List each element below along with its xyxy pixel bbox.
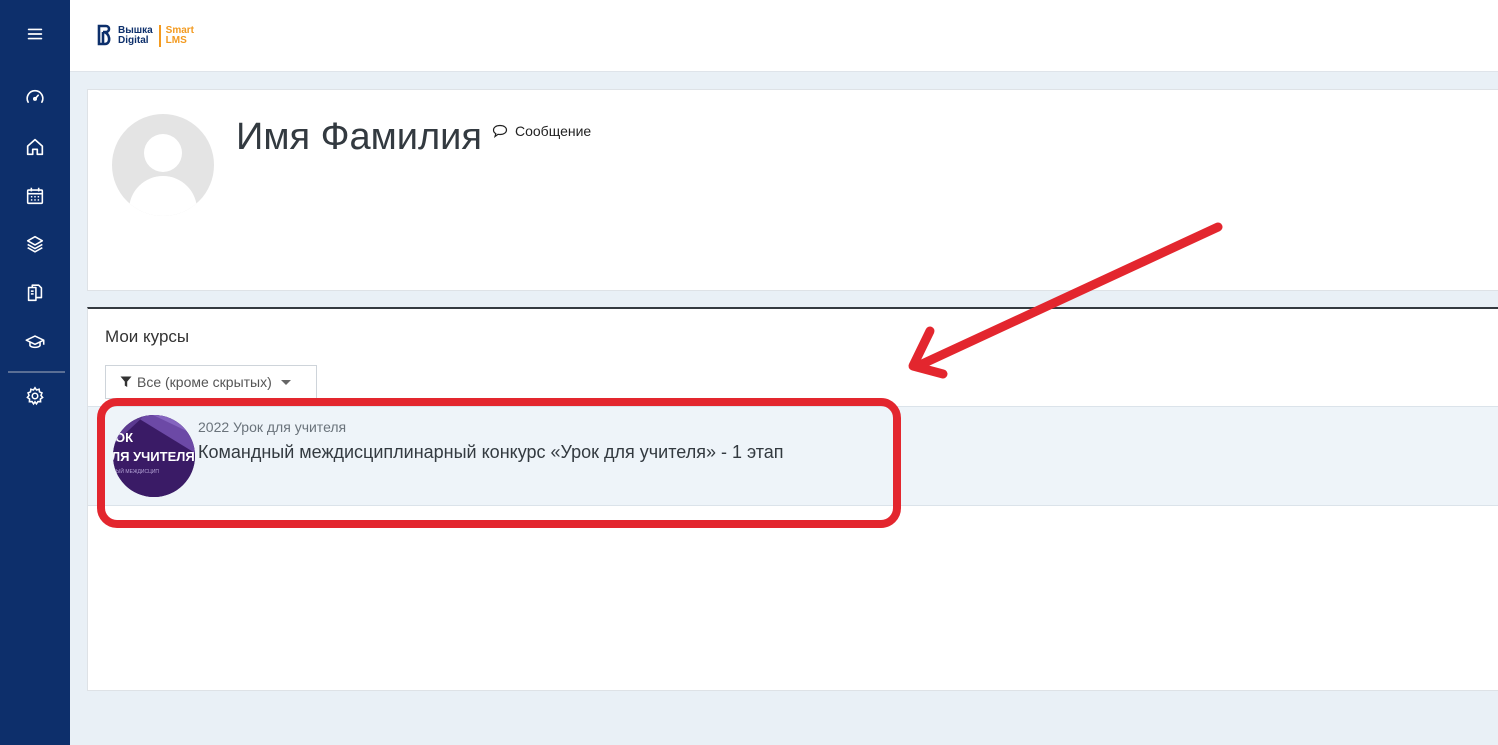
course-image-text-2: ЛЯ УЧИТЕЛЯ: [113, 449, 195, 464]
avatar-body-shape: [129, 176, 197, 216]
message-button[interactable]: Сообщение: [492, 123, 591, 139]
sidebar-item-files[interactable]: [0, 275, 70, 311]
course-name-link[interactable]: Командный междисциплинарный конкурс «Уро…: [198, 442, 784, 463]
course-list-item[interactable]: ОК ЛЯ УЧИТЕЛЯ ДНЫЙ МЕЖДИСЦИП 2022 Урок д…: [88, 406, 1498, 506]
profile-name: Имя Фамилия: [236, 116, 482, 158]
filter-label: Все (кроме скрытых): [137, 374, 272, 390]
sidebar-item-grades[interactable]: [0, 324, 70, 360]
sidebar-divider: [8, 371, 65, 373]
sidebar-item-home[interactable]: [0, 129, 70, 165]
site-logo[interactable]: Вышка Digital Smart LMS: [97, 22, 194, 50]
courses-section-title: Мои курсы: [105, 327, 190, 346]
profile-header-card: Имя Фамилия Сообщение: [87, 89, 1498, 291]
speedometer-icon: [26, 89, 44, 103]
gear-icon: [26, 386, 44, 406]
logo-text-primary: Вышка Digital: [118, 26, 153, 46]
course-filter-dropdown[interactable]: Все (кроме скрытых): [105, 365, 317, 399]
home-icon: [26, 138, 44, 156]
sidebar-item-settings[interactable]: [0, 378, 70, 414]
logo-line-2: Digital: [118, 35, 149, 46]
documents-icon: [27, 284, 43, 302]
course-image-text-1: ОК: [115, 430, 133, 445]
hse-logo-icon: [97, 24, 111, 46]
course-thumbnail-graphic: ОК ЛЯ УЧИТЕЛЯ ДНЫЙ МЕЖДИСЦИП: [113, 415, 195, 497]
chevron-down-icon: [280, 379, 291, 385]
left-sidebar: [0, 0, 70, 745]
course-image-text-3: ДНЫЙ МЕЖДИСЦИП: [113, 467, 159, 475]
layers-icon: [26, 235, 44, 253]
hamburger-menu-icon[interactable]: [0, 16, 70, 52]
logo-text-secondary: Smart LMS: [166, 26, 194, 46]
avatar: [112, 114, 214, 216]
speech-bubble-icon: [492, 124, 508, 138]
sidebar-item-calendar[interactable]: [0, 178, 70, 214]
my-courses-card: Мои курсы Все (кроме скрытых) ОК ЛЯ УЧИТ…: [87, 307, 1498, 691]
course-image[interactable]: ОК ЛЯ УЧИТЕЛЯ ДНЫЙ МЕЖДИСЦИП: [113, 415, 195, 497]
course-category: 2022 Урок для учителя: [198, 419, 347, 435]
message-label: Сообщение: [515, 123, 592, 139]
top-header: Вышка Digital Smart LMS: [70, 0, 1498, 72]
calendar-icon: [26, 187, 44, 205]
filter-funnel-icon: [120, 376, 132, 387]
logo-line-4: LMS: [165, 35, 187, 46]
avatar-head-shape: [144, 134, 182, 172]
graduation-cap-icon: [25, 335, 45, 349]
logo-separator: [158, 25, 161, 47]
sidebar-item-dashboard[interactable]: [0, 80, 70, 116]
sidebar-item-courses[interactable]: [0, 226, 70, 262]
